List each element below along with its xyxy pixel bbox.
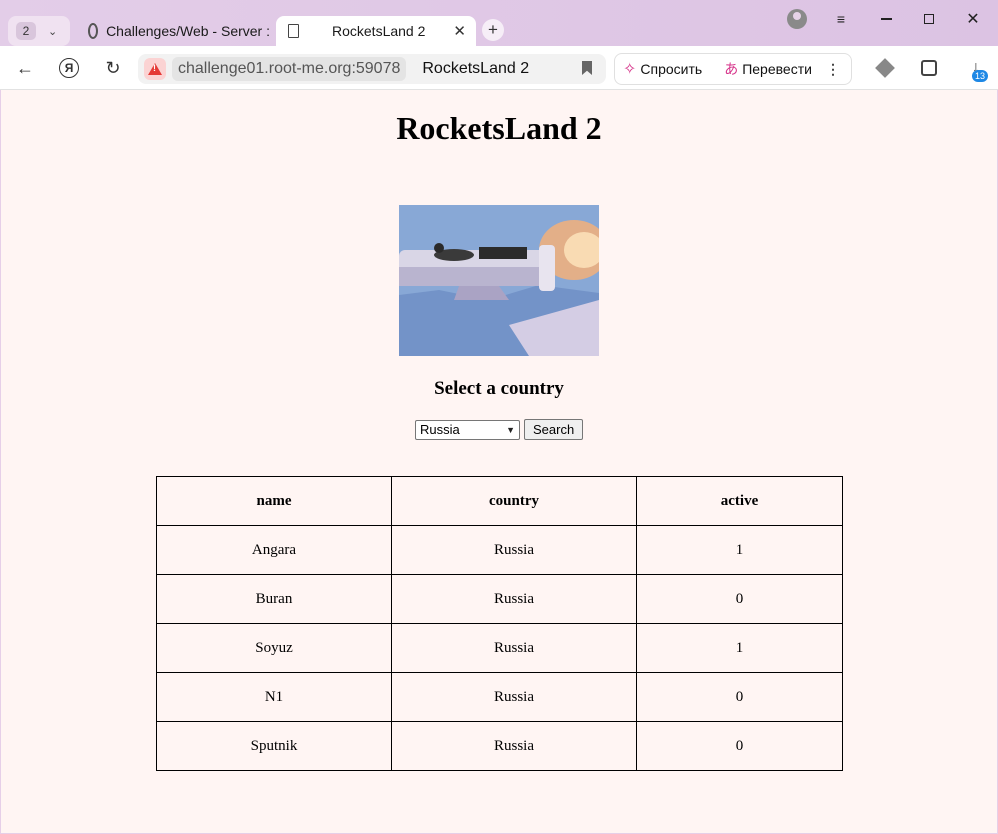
assistant-panel: ✧ Спросить あ Перевести ⋮	[614, 53, 852, 85]
table-row: Buran Russia 0	[156, 574, 843, 624]
document-icon	[288, 24, 299, 38]
cell-active: 1	[636, 525, 843, 575]
tab-label: RocketsLand 2	[332, 23, 426, 39]
cell-active: 0	[636, 574, 843, 624]
reload-button[interactable]: ↻	[102, 56, 124, 80]
rocket-animation-image	[399, 205, 599, 356]
sparkle-icon: ✧	[623, 61, 637, 78]
more-options-icon[interactable]: ⋮	[826, 61, 840, 78]
close-tab-icon[interactable]: ✕	[453, 22, 466, 40]
new-tab-button[interactable]: +	[482, 19, 504, 41]
cell-country: Russia	[391, 525, 637, 575]
translate-icon: あ	[724, 61, 739, 77]
cell-country: Russia	[391, 574, 637, 624]
search-form: Russia ▼ Search	[415, 419, 584, 440]
table-row: N1 Russia 0	[156, 672, 843, 722]
page-title: RocketsLand 2	[396, 110, 602, 146]
yandex-home-button[interactable]: Я	[58, 56, 80, 80]
search-button[interactable]: Search	[524, 419, 584, 440]
table-row: Soyuz Russia 1	[156, 623, 843, 673]
page-content: RocketsLand 2 Select a country Russia ▼ …	[1, 90, 997, 833]
cell-active: 1	[636, 623, 843, 673]
back-button[interactable]: ←	[14, 56, 36, 80]
cell-country: Russia	[391, 721, 637, 771]
extension-clipboard-icon[interactable]	[918, 56, 940, 80]
ask-button[interactable]: Спросить	[640, 61, 702, 77]
extension-diamond-icon[interactable]	[874, 56, 896, 80]
country-select[interactable]: Russia ▼	[415, 419, 520, 440]
address-page-title: RocketsLand 2	[422, 60, 530, 77]
chevron-down-icon: ⌄	[48, 25, 58, 38]
tab-label: Challenges/Web - Server :	[106, 23, 270, 39]
cell-active: 0	[636, 672, 843, 722]
cell-name: Angara	[156, 525, 392, 575]
cell-country: Russia	[391, 672, 637, 722]
yandex-logo-icon: Я	[59, 58, 79, 78]
tab-rocketsland[interactable]: RocketsLand 2 ✕	[276, 16, 476, 46]
country-select-value: Russia	[420, 422, 460, 437]
tab-count-badge: 2	[16, 22, 36, 40]
site-favicon-icon	[88, 23, 99, 39]
table-header-row: name country active	[156, 476, 843, 526]
select-country-heading: Select a country	[434, 378, 564, 399]
column-header-active: active	[636, 476, 843, 526]
translate-button[interactable]: Перевести	[742, 61, 812, 77]
chevron-down-icon: ▼	[506, 424, 515, 435]
maximize-button[interactable]	[924, 14, 934, 24]
downloads-count-badge: 13	[972, 70, 989, 82]
cell-name: N1	[156, 672, 392, 722]
close-window-button[interactable]: ✕	[966, 8, 980, 30]
downloads-button[interactable]: ↓ 13	[962, 56, 990, 82]
column-header-country: country	[391, 476, 637, 526]
cell-active: 0	[636, 721, 843, 771]
cell-name: Soyuz	[156, 623, 392, 673]
tab-group-button[interactable]: 2 ⌄	[8, 16, 70, 46]
address-host: challenge01.root-me.org:59078	[172, 57, 407, 81]
table-row: Angara Russia 1	[156, 525, 843, 575]
table-row: Sputnik Russia 0	[156, 721, 843, 771]
cell-name: Sputnik	[156, 721, 392, 771]
tab-strip: 2 ⌄ Challenges/Web - Server : RocketsLan…	[0, 0, 998, 50]
rockets-table: name country active Angara Russia 1 Bura…	[156, 476, 843, 771]
security-warning-icon[interactable]	[144, 58, 166, 80]
column-header-name: name	[156, 476, 392, 526]
cell-country: Russia	[391, 623, 637, 673]
bookmark-icon[interactable]	[582, 61, 592, 75]
minimize-button[interactable]	[880, 8, 892, 30]
cell-name: Buran	[156, 574, 392, 624]
tab-challenges[interactable]: Challenges/Web - Server :	[80, 16, 270, 46]
address-bar[interactable]: challenge01.root-me.org:59078 RocketsLan…	[138, 54, 606, 84]
menu-icon[interactable]: ≡	[834, 8, 848, 30]
browser-toolbar: ← Я ↻ challenge01.root-me.org:59078 Rock…	[0, 46, 998, 90]
profile-icon[interactable]	[787, 9, 807, 29]
